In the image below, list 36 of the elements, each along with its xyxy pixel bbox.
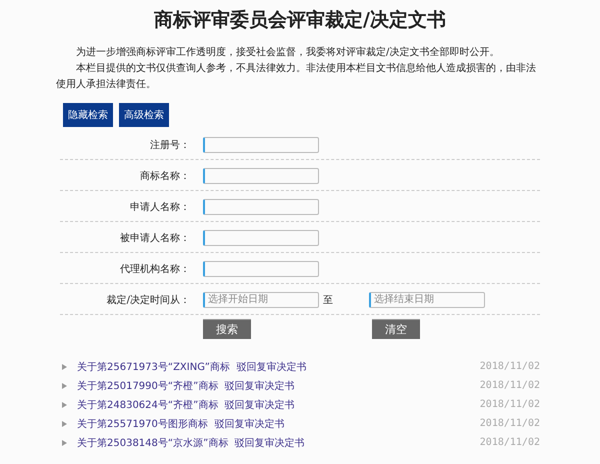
field-label: 裁定/决定时间从： — [106, 294, 191, 306]
bullet-icon — [62, 402, 67, 408]
bullet-icon — [62, 420, 67, 426]
field-label: 注册号： — [149, 138, 191, 152]
result-link[interactable]: 关于第24830624号“齐橙”商标 驳回复审决定书 — [77, 398, 480, 412]
field-label: 被申请人名称： — [119, 232, 191, 244]
input-field[interactable] — [203, 230, 319, 246]
search-toggle-button[interactable]: 高级检索 — [119, 103, 169, 127]
date-field[interactable]: 选择开始日期 — [203, 292, 319, 308]
field-label: 代理机构名称： — [119, 262, 191, 276]
result-date: 2018/11/02 — [480, 399, 540, 410]
range-separator: 至 — [322, 294, 334, 306]
intro-paragraph: 为进一步增强商标评审工作透明度，接受社会监督，我委将对评审裁定/决定文书全部即时公开。 — [75, 46, 500, 60]
input-field[interactable] — [203, 136, 319, 152]
page-title: 商标评审委员会评审裁定/决定文书 — [153, 8, 447, 33]
input-field[interactable] — [203, 260, 319, 276]
action-button[interactable]: 搜索 — [203, 319, 251, 339]
result-date: 2018/11/02 — [480, 380, 540, 391]
result-date: 2018/11/02 — [480, 361, 540, 372]
input-field[interactable] — [203, 198, 319, 214]
result-date: 2018/11/02 — [480, 437, 540, 448]
search-toggle-button[interactable]: 隐藏检索 — [63, 103, 113, 127]
result-date: 2018/11/02 — [480, 418, 540, 429]
result-link[interactable]: 关于第25571970号图形商标 驳回复审决定书 — [77, 416, 480, 430]
intro-paragraph: 本栏目提供的文书仅供查询人参考，不具法律效力。非法使用本栏目文书信息给他人造成损害的，由非法使用人承担法律责任。 — [56, 62, 537, 92]
field-label: 申请人名称： — [129, 200, 191, 214]
result-link[interactable]: 关于第25038148号“京水源”商标 驳回复审决定书 — [77, 436, 480, 450]
date-field[interactable]: 选择结束日期 — [369, 292, 485, 308]
action-button[interactable]: 清空 — [372, 319, 420, 339]
bullet-icon — [62, 440, 67, 446]
field-label: 商标名称： — [139, 170, 191, 182]
input-field[interactable] — [203, 168, 319, 184]
bullet-icon — [62, 364, 67, 370]
bullet-icon — [62, 382, 67, 388]
result-link[interactable]: 关于第25017990号“齐橙”商标 驳回复审决定书 — [77, 378, 480, 392]
result-link[interactable]: 关于第25671973号“ZXING”商标 驳回复审决定书 — [77, 360, 480, 374]
